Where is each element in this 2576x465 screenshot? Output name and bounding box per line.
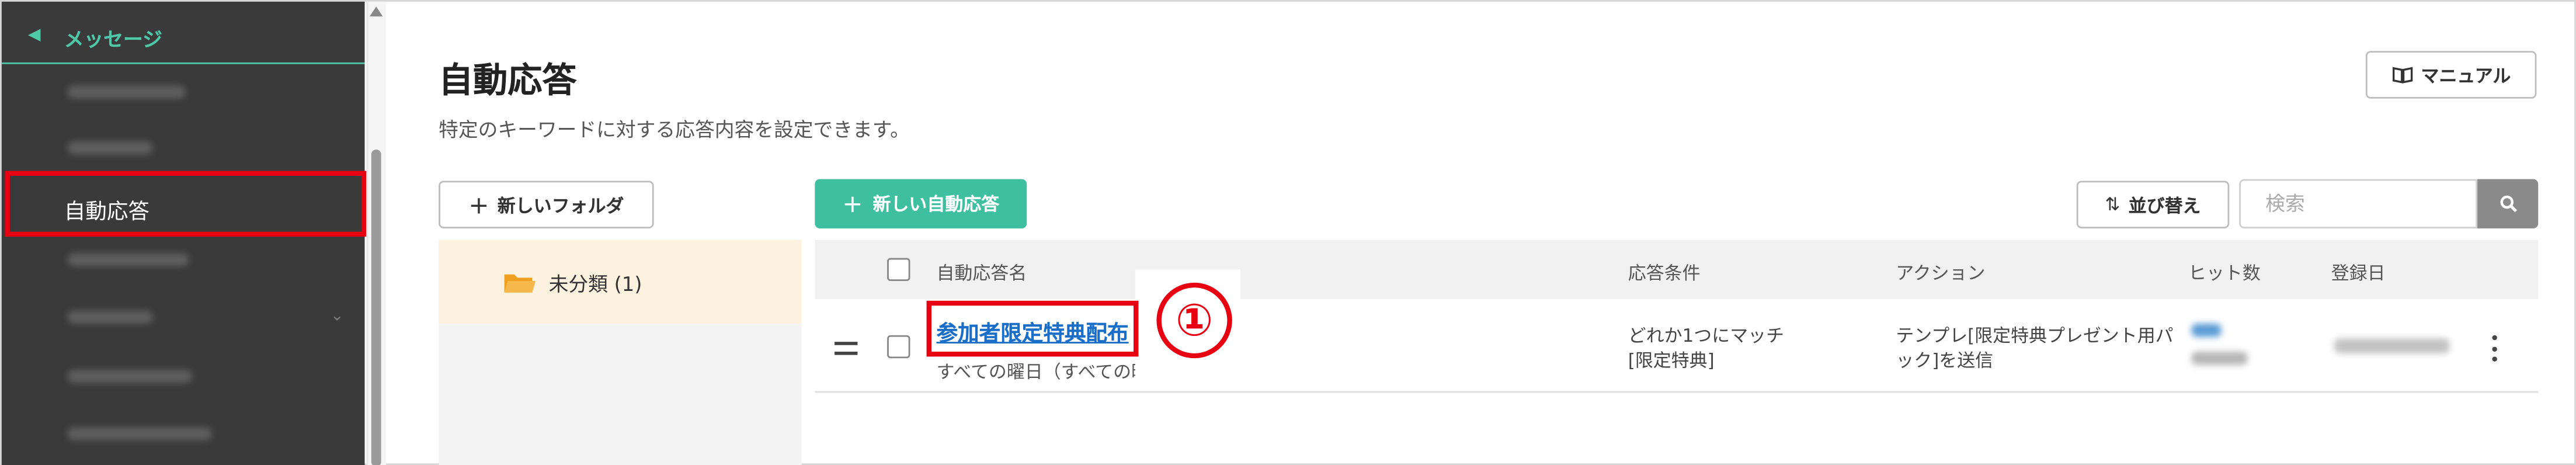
sidebar-item-blurred-4[interactable] xyxy=(67,310,153,324)
chevron-down-icon: ⌄ xyxy=(330,307,345,325)
row-menu-icon[interactable] xyxy=(2485,334,2502,363)
sidebar-item-blurred-1[interactable] xyxy=(67,85,186,99)
manual-button[interactable]: マニュアル xyxy=(2365,51,2537,99)
row-checkbox[interactable] xyxy=(887,335,910,359)
sidebar-item-label: 自動応答 xyxy=(64,200,150,225)
row-condition: どれか1つにマッチ [限定特典] xyxy=(1628,324,1784,373)
scroll-up-arrow-icon[interactable] xyxy=(369,6,383,17)
row-condition-match: どれか1つにマッチ xyxy=(1628,325,1785,347)
auto-reply-name-link[interactable]: 参加者限定特典配布 xyxy=(936,315,1128,346)
column-header-name[interactable]: 自動応答名 xyxy=(936,259,1027,286)
column-header-registered[interactable]: 登録日 xyxy=(2331,259,2386,286)
folder-label: 未分類 (1) xyxy=(548,272,642,296)
new-auto-reply-label: 新しい自動応答 xyxy=(872,193,1000,216)
new-auto-reply-button[interactable]: + 新しい自動応答 xyxy=(815,179,1027,229)
plus-icon: + xyxy=(468,189,489,220)
drag-handle-icon[interactable] xyxy=(835,342,858,355)
new-folder-button[interactable]: + 新しいフォルダ xyxy=(439,181,654,229)
sidebar-item-blurred-3[interactable] xyxy=(67,253,189,266)
row-hits-blurred xyxy=(2191,324,2222,337)
scrollbar-thumb[interactable] xyxy=(371,149,381,465)
sidebar-item-auto-reply[interactable]: 自動応答 xyxy=(5,171,367,237)
sidebar-item-blurred-2[interactable] xyxy=(67,141,153,155)
manual-label: マニュアル xyxy=(2421,65,2511,86)
row-hits-sub-blurred xyxy=(2191,352,2248,365)
column-header-condition[interactable]: 応答条件 xyxy=(1628,259,1701,286)
row-condition-keyword: [限定特典] xyxy=(1628,350,1715,372)
megaphone-icon: ◀︎ xyxy=(27,26,41,44)
annotation-marker: ① xyxy=(1156,282,1232,359)
search-button[interactable] xyxy=(2477,179,2539,229)
page-title: 自動応答 xyxy=(439,61,577,100)
sort-label: 並び替え xyxy=(2128,195,2201,216)
folder-panel xyxy=(439,324,802,465)
select-all-checkbox[interactable] xyxy=(887,258,910,282)
sort-icon: ⇅ xyxy=(2105,193,2120,216)
sidebar-section-label: メッセージ xyxy=(64,27,162,51)
row-date-blurred xyxy=(2334,338,2450,353)
row-action: テンプレ[限定特典プレゼント用パック]を送信 xyxy=(1896,325,2174,372)
book-icon xyxy=(2392,67,2412,84)
new-folder-label: 新しいフォルダ xyxy=(497,195,624,216)
sidebar-section-messages[interactable]: ◀︎ メッセージ xyxy=(1,8,365,64)
row-schedule: すべての曜日（すべての時 xyxy=(936,361,1135,383)
column-header-action[interactable]: アクション xyxy=(1896,259,1985,286)
page-subtitle: 特定のキーワードに対する応答内容を設定できます。 xyxy=(439,118,910,141)
column-header-hits[interactable]: ヒット数 xyxy=(2188,259,2261,286)
sidebar-item-blurred-5[interactable] xyxy=(67,369,193,383)
sidebar: ◀︎ メッセージ 自動応答 ⌄ xyxy=(1,1,367,465)
search-icon xyxy=(2499,195,2516,213)
plus-icon: + xyxy=(842,189,863,219)
sidebar-item-blurred-6[interactable] xyxy=(67,427,212,440)
search-field[interactable] xyxy=(2239,179,2478,229)
folder-icon xyxy=(504,274,536,293)
search-input[interactable] xyxy=(2241,181,2476,227)
sort-button[interactable]: ⇅ 並び替え xyxy=(2076,181,2230,229)
